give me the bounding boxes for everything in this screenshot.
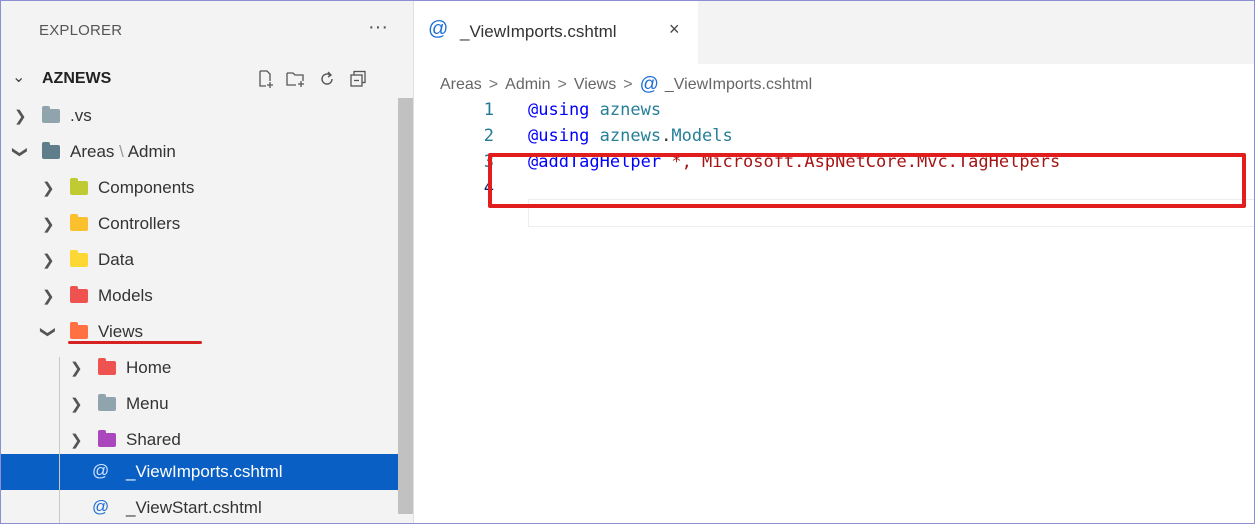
chevron-down-icon[interactable]: ❯	[39, 326, 57, 339]
close-icon[interactable]: ×	[669, 19, 680, 40]
collapse-all-icon[interactable]	[348, 69, 368, 89]
annotation-underline	[68, 341, 202, 344]
folder-icon	[42, 106, 60, 123]
models-folder-icon	[70, 286, 88, 303]
tree-item-label: Data	[98, 250, 134, 269]
breadcrumb-item[interactable]: Admin	[505, 76, 550, 94]
data-folder-icon	[70, 250, 88, 267]
tree-item-label: Areas \ Admin	[70, 142, 176, 161]
chevron-right-icon[interactable]: ❯	[70, 395, 83, 413]
explorer-title: EXPLORER	[39, 22, 123, 39]
new-folder-icon[interactable]	[286, 69, 306, 89]
tree-item-data[interactable]: ❯ Data	[0, 242, 398, 278]
chevron-right-icon[interactable]: ❯	[42, 251, 55, 269]
breadcrumb-item[interactable]: Views	[574, 76, 616, 94]
breadcrumb: Areas > Admin > Views > @ _ViewImports.c…	[440, 74, 812, 96]
sidebar-scrollbar[interactable]	[398, 98, 413, 514]
tree-item-label: Home	[126, 358, 172, 377]
breadcrumb-item[interactable]: _ViewImports.cshtml	[665, 76, 812, 94]
tab-viewimports[interactable]: @ _ViewImports.cshtml ×	[414, 0, 698, 64]
tree-item-controllers[interactable]: ❯ Controllers	[0, 206, 398, 242]
explorer-actions	[255, 64, 368, 94]
breadcrumb-separator: >	[557, 76, 567, 93]
chevron-down-icon[interactable]: ⌄	[12, 67, 25, 87]
tab-label: _ViewImports.cshtml	[460, 22, 617, 41]
tree-item-label: Models	[98, 286, 153, 305]
razor-file-icon: @	[428, 18, 449, 40]
breadcrumb-separator: >	[488, 76, 499, 93]
tree-item-areas-admin[interactable]: ❯ Areas \ Admin	[0, 134, 398, 170]
code-token: .	[661, 126, 672, 146]
code-token: @using	[528, 126, 590, 146]
razor-file-icon: @	[639, 74, 659, 95]
tree-item-label: .vs	[70, 106, 92, 125]
folder-icon	[98, 394, 116, 411]
razor-file-icon: @	[92, 497, 110, 516]
explorer-header: EXPLORER ···	[0, 0, 413, 64]
breadcrumb-item[interactable]: Areas	[440, 76, 482, 94]
tree-item-label: _ViewStart.cshtml	[126, 498, 262, 517]
tree-item-components[interactable]: ❯ Components	[0, 170, 398, 206]
annotation-box	[488, 153, 1246, 208]
breadcrumb-separator: >	[623, 76, 633, 93]
tree-item-label: _ViewImports.cshtml	[126, 462, 283, 481]
line-number: 1	[483, 100, 494, 120]
chevron-right-icon[interactable]: ❯	[42, 287, 55, 305]
tree-item-label: Controllers	[98, 214, 181, 233]
indent-guide	[59, 357, 60, 524]
chevron-right-icon[interactable]: ❯	[42, 179, 55, 197]
tree-item-label: Components	[98, 178, 195, 197]
new-file-icon[interactable]	[255, 69, 275, 89]
tab-bar: @ _ViewImports.cshtml ×	[414, 0, 1255, 64]
line-number: 2	[483, 126, 494, 146]
code-token: aznews	[599, 100, 662, 120]
components-folder-icon	[70, 178, 88, 195]
more-actions-icon[interactable]: ···	[368, 16, 388, 39]
editor-area: @ _ViewImports.cshtml × Areas > Admin > …	[414, 0, 1255, 524]
chevron-down-icon[interactable]: ❯	[11, 146, 29, 159]
code-token: Models	[671, 126, 733, 146]
code-line[interactable]: 1 @using aznews	[414, 100, 1255, 126]
shared-folder-icon	[98, 430, 116, 447]
tree-item-label: Views	[98, 322, 144, 341]
tree-item-models[interactable]: ❯ Models	[0, 278, 398, 314]
explorer-sidebar: EXPLORER ··· ⌄ AZNEWS ❯ .vs ❯ Areas \ Ad…	[0, 0, 414, 524]
controllers-folder-icon	[70, 214, 88, 231]
tree-item-vs[interactable]: ❯ .vs	[0, 98, 398, 134]
folder-open-icon	[42, 142, 60, 159]
code-line[interactable]: 2 @using aznews.Models	[414, 126, 1255, 152]
refresh-icon[interactable]	[317, 69, 337, 89]
code-text: @using aznews.Models	[528, 126, 733, 146]
tree-item-views[interactable]: ❯ Views	[0, 314, 398, 350]
tree-item-label: Shared	[126, 430, 181, 449]
workspace-root[interactable]: ⌄ AZNEWS	[0, 64, 413, 94]
home-folder-icon	[98, 358, 116, 375]
views-folder-icon	[70, 322, 88, 339]
code-text: @using aznews	[528, 100, 661, 120]
razor-file-icon: @	[92, 461, 110, 480]
workspace-root-label: AZNEWS	[42, 70, 112, 87]
chevron-right-icon[interactable]: ❯	[14, 107, 27, 125]
code-token: @using	[528, 100, 590, 120]
chevron-right-icon[interactable]: ❯	[70, 359, 83, 377]
chevron-right-icon[interactable]: ❯	[70, 431, 83, 449]
chevron-right-icon[interactable]: ❯	[42, 215, 55, 233]
tree-item-label: Menu	[126, 394, 169, 413]
code-token: aznews	[599, 126, 662, 146]
